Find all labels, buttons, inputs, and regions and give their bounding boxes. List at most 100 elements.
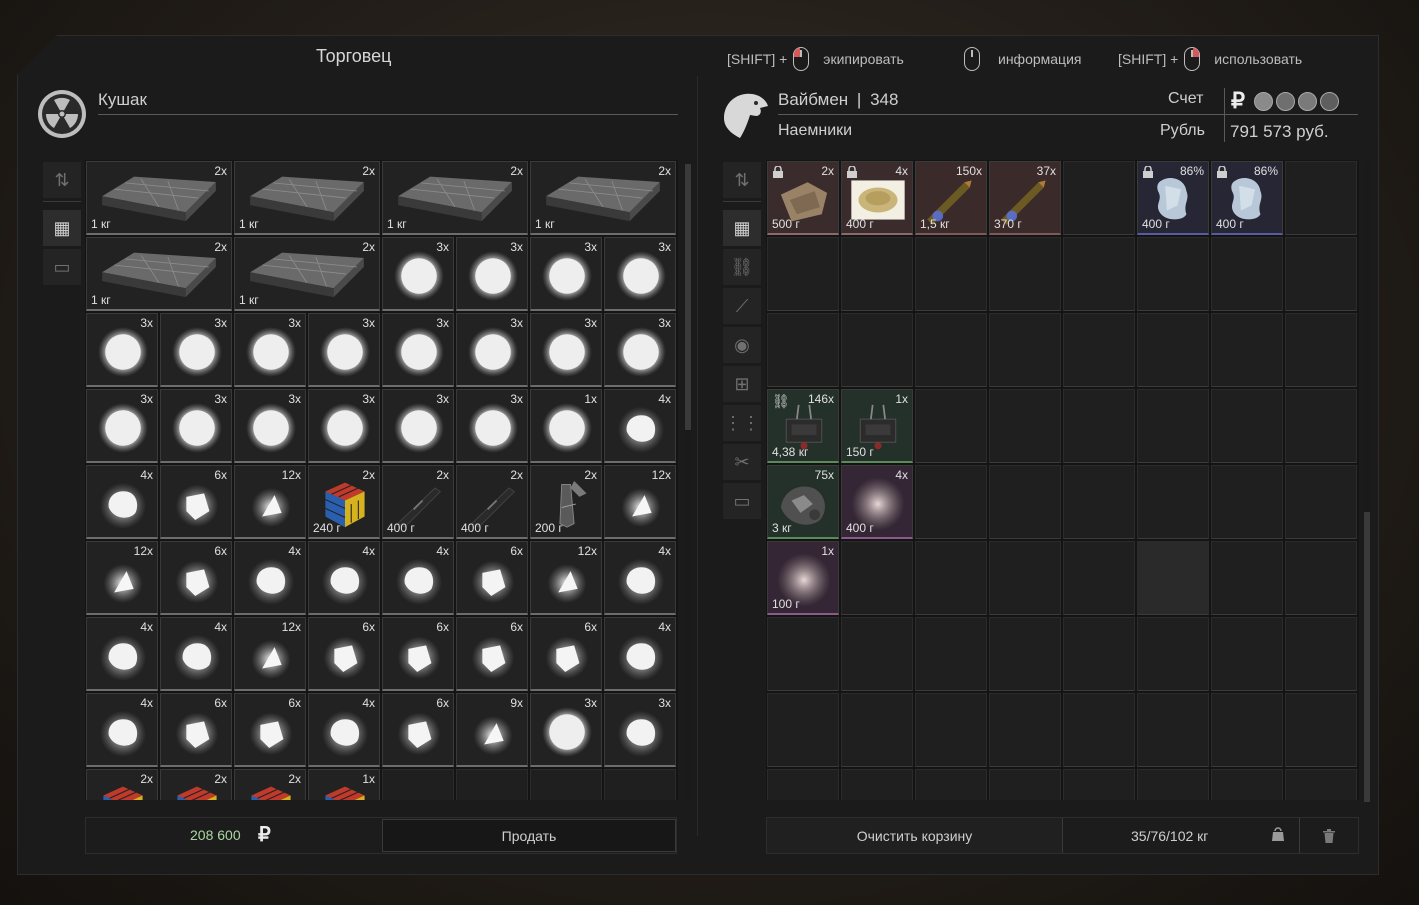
trader-item-chip[interactable]: 6x [530, 617, 602, 691]
filter-artifacts-button[interactable]: ◉ [723, 327, 761, 363]
trader-item-case[interactable]: 2x 1 кг [382, 161, 528, 235]
grid-cell[interactable] [767, 769, 839, 800]
grid-cell[interactable] [1285, 389, 1357, 463]
trader-item-ore[interactable]: 3x [456, 389, 528, 463]
grid-cell[interactable] [767, 693, 839, 767]
grid-cell[interactable] [1063, 465, 1135, 539]
trader-item-cube[interactable]: 1x [308, 769, 380, 800]
flower-currency-icon[interactable] [1276, 91, 1295, 111]
sort-button[interactable]: ⇅ [723, 162, 761, 198]
player-item-cloth[interactable]: 2x 500 г [767, 161, 839, 235]
trader-item-ore[interactable]: 3x [382, 237, 454, 311]
trader-item-case[interactable]: 2x 1 кг [234, 161, 380, 235]
trader-item-ore[interactable]: 3x [86, 313, 158, 387]
grid-cell[interactable] [989, 693, 1061, 767]
trader-item-cube[interactable]: 2x [160, 769, 232, 800]
trader-item-chip[interactable]: 6x [382, 693, 454, 767]
grid-cell[interactable] [1137, 237, 1209, 311]
trader-item-ore[interactable]: 3x [234, 389, 306, 463]
grid-cell[interactable] [1285, 769, 1357, 800]
trader-item-cube[interactable]: 2x [86, 769, 158, 800]
sort-button[interactable]: ⇅ [43, 162, 81, 198]
trader-item-rock[interactable]: 4x [234, 541, 306, 615]
grid-cell[interactable] [915, 693, 987, 767]
player-item-fluff[interactable]: 1x 100 г [767, 541, 839, 615]
trader-item-rock[interactable]: 4x [160, 617, 232, 691]
grid-cell[interactable] [841, 693, 913, 767]
trader-item-ore[interactable]: 3x [86, 389, 158, 463]
grid-cell[interactable] [1137, 617, 1209, 691]
grid-cell[interactable] [767, 237, 839, 311]
trader-item-ore[interactable]: 3x [382, 389, 454, 463]
trash-button[interactable] [1299, 818, 1358, 853]
grid-cell[interactable] [530, 769, 602, 800]
trader-item-rock[interactable]: 4x [86, 465, 158, 539]
grid-cell[interactable] [915, 389, 987, 463]
trader-item-shard[interactable]: 12x [86, 541, 158, 615]
grid-cell[interactable] [1137, 693, 1209, 767]
grid-cell[interactable] [1285, 313, 1357, 387]
trader-item-ore[interactable]: 3x [382, 313, 454, 387]
trader-item-chip[interactable]: 6x [160, 693, 232, 767]
trader-item-blade[interactable]: 2x 400 г [382, 465, 454, 539]
grid-cell[interactable] [841, 313, 913, 387]
stone-currency-icon[interactable] [1298, 91, 1317, 111]
grid-cell[interactable] [841, 237, 913, 311]
grid-cell[interactable] [1063, 313, 1135, 387]
grid-cell[interactable] [1211, 693, 1283, 767]
grid-cell[interactable] [1211, 237, 1283, 311]
grid-cell[interactable] [915, 237, 987, 311]
player-item-device[interactable]: ⛓ 146x 4,38 кг [767, 389, 839, 463]
trader-item-ore[interactable]: 3x [456, 313, 528, 387]
trader-item-shard[interactable]: 12x [604, 465, 676, 539]
player-item-scrap[interactable]: 75x 3 кг [767, 465, 839, 539]
trader-item-rock[interactable]: 4x [604, 617, 676, 691]
player-item-crystal[interactable]: 86% 400 г [1137, 161, 1209, 235]
grid-cell[interactable] [1137, 389, 1209, 463]
sell-button[interactable]: Продать [382, 819, 676, 852]
grid-cell[interactable] [841, 617, 913, 691]
grid-cell[interactable] [989, 389, 1061, 463]
grid-cell[interactable] [1285, 465, 1357, 539]
filter-all-button[interactable]: ▦ [723, 210, 761, 246]
grid-cell[interactable] [767, 617, 839, 691]
trader-item-rock[interactable]: 4x [308, 693, 380, 767]
grid-cell[interactable] [1211, 769, 1283, 800]
trader-item-ore[interactable]: 3x [530, 237, 602, 311]
scroll-thumb[interactable] [685, 164, 691, 430]
grid-cell[interactable] [989, 769, 1061, 800]
dollar-currency-icon[interactable] [1320, 91, 1339, 111]
filter-ammo-button[interactable]: ⋮⋮ [723, 405, 761, 441]
trader-item-chip[interactable]: 6x [234, 693, 306, 767]
player-item-fluff[interactable]: 4x 400 г [841, 465, 913, 539]
grid-cell[interactable] [989, 541, 1061, 615]
gear-currency-icon[interactable] [1254, 91, 1273, 111]
grid-cell[interactable] [989, 237, 1061, 311]
trader-item-ore[interactable]: 3x [234, 313, 306, 387]
clear-cart-button[interactable]: Очистить корзину [767, 818, 1063, 853]
grid-cell[interactable] [1063, 161, 1135, 235]
filter-all-button[interactable]: ▦ [43, 210, 81, 246]
trader-item-blade[interactable]: 2x 400 г [456, 465, 528, 539]
trader-item-ore[interactable]: 3x [604, 313, 676, 387]
trader-item-chip[interactable]: 6x [308, 617, 380, 691]
trader-item-ore[interactable]: 3x [604, 237, 676, 311]
filter-medicine-button[interactable]: ⊞ [723, 366, 761, 402]
grid-cell[interactable] [915, 617, 987, 691]
trader-item-chip[interactable]: 6x [382, 617, 454, 691]
trader-item-shard[interactable]: 9x [456, 693, 528, 767]
grid-cell[interactable] [382, 769, 454, 800]
grid-cell[interactable] [456, 769, 528, 800]
trader-item-rock[interactable]: 4x [382, 541, 454, 615]
grid-cell[interactable] [1137, 465, 1209, 539]
trader-item-case[interactable]: 2x 1 кг [530, 161, 676, 235]
trader-item-rock[interactable]: 4x [604, 389, 676, 463]
trader-item-ore[interactable]: 3x [456, 237, 528, 311]
trader-item-chip[interactable]: 6x [160, 465, 232, 539]
trader-item-cube[interactable]: 2x [234, 769, 306, 800]
grid-cell[interactable] [1137, 313, 1209, 387]
grid-cell[interactable] [1285, 161, 1357, 235]
player-item-powder[interactable]: 4x 400 г [841, 161, 913, 235]
grid-cell[interactable] [915, 769, 987, 800]
trader-item-case[interactable]: 2x 1 кг [234, 237, 380, 311]
